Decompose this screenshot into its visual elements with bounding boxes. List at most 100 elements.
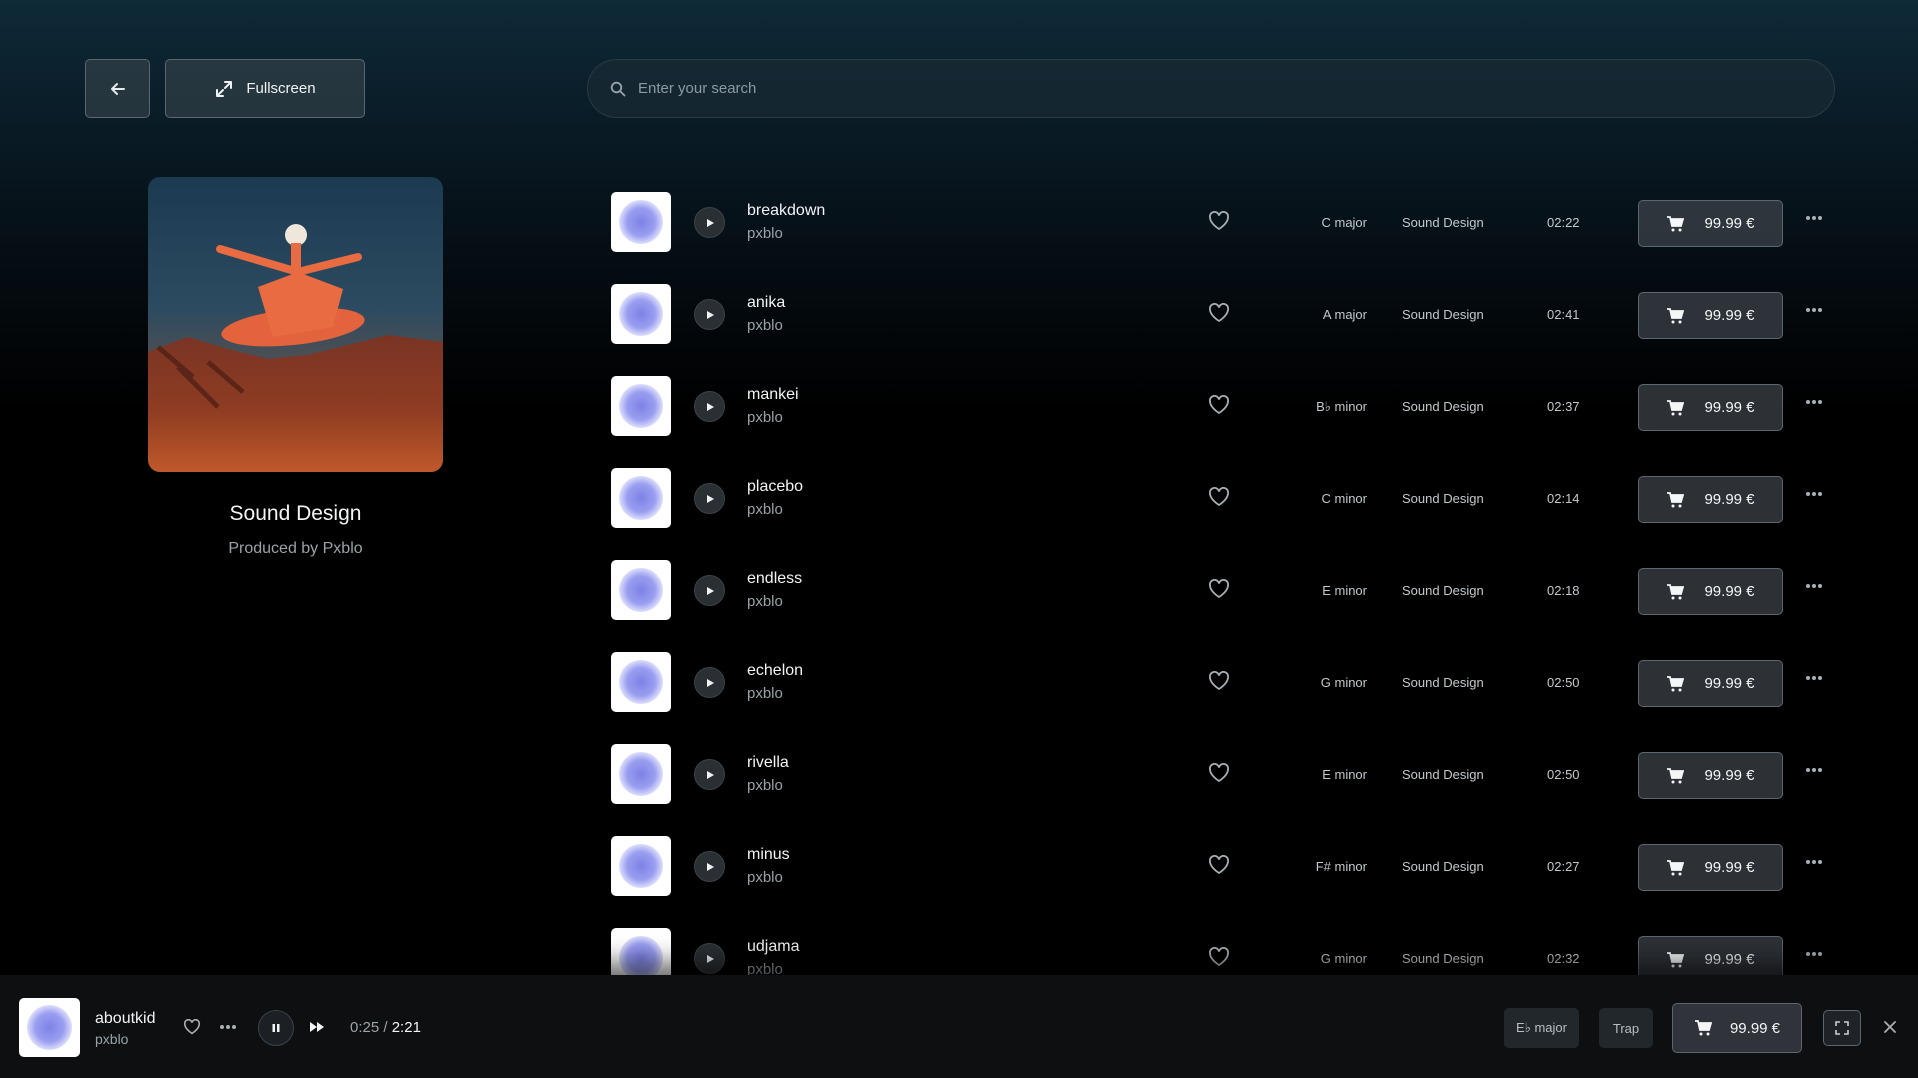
more-options-icon[interactable] [1805,767,1823,773]
heart-icon[interactable] [183,1019,201,1035]
fast-forward-icon[interactable] [309,1020,325,1034]
track-thumbnail [611,376,671,436]
now-playing-artist[interactable]: pxblo [95,1031,128,1047]
play-icon [706,586,714,595]
more-options-icon[interactable] [1805,215,1823,221]
buy-button[interactable]: 99.99 € [1638,200,1783,247]
pause-button[interactable] [258,1010,294,1046]
search-bar[interactable] [587,59,1835,118]
track-thumbnail [611,284,671,344]
track-artist[interactable]: pxblo [747,869,783,886]
track-row[interactable]: anika pxblo A major Sound Design 02:41 9… [587,269,1847,361]
track-key: B♭ minor [1316,399,1367,414]
heart-icon[interactable] [1208,487,1230,507]
cart-icon [1667,215,1685,231]
track-row[interactable]: breakdown pxblo C major Sound Design 02:… [587,177,1847,269]
play-icon [706,310,714,319]
track-thumbnail [611,836,671,896]
track-artist[interactable]: pxblo [747,225,783,242]
heart-icon[interactable] [1208,579,1230,599]
buy-button[interactable]: 99.99 € [1638,660,1783,707]
cart-icon [1667,675,1685,691]
track-artist[interactable]: pxblo [747,593,783,610]
heart-icon[interactable] [1208,947,1230,967]
play-button[interactable] [694,299,725,330]
play-button[interactable] [694,667,725,698]
more-options-icon[interactable] [1805,859,1823,865]
track-name[interactable]: echelon [747,662,803,680]
track-duration: 02:14 [1547,491,1580,506]
track-name[interactable]: anika [747,294,785,312]
buy-button[interactable]: 99.99 € [1638,568,1783,615]
track-name[interactable]: mankei [747,386,799,404]
track-row[interactable]: echelon pxblo G minor Sound Design 02:50… [587,637,1847,729]
buy-button[interactable]: 99.99 € [1638,752,1783,799]
expand-player-button[interactable] [1823,1010,1861,1046]
play-button[interactable] [694,207,725,238]
more-options-icon[interactable] [1805,399,1823,405]
play-button[interactable] [694,575,725,606]
heart-icon[interactable] [1208,303,1230,323]
more-options-icon[interactable] [219,1024,237,1030]
track-key: G minor [1320,675,1367,690]
play-button[interactable] [694,759,725,790]
player-buy-button[interactable]: 99.99 € [1672,1003,1802,1053]
track-artist[interactable]: pxblo [747,961,783,975]
heart-icon[interactable] [1208,855,1230,875]
back-button[interactable] [85,59,150,118]
track-artist[interactable]: pxblo [747,409,783,426]
track-name[interactable]: breakdown [747,202,825,220]
more-options-icon[interactable] [1805,951,1823,957]
cart-icon [1667,399,1685,415]
track-name[interactable]: udjama [747,938,799,956]
track-row[interactable]: placebo pxblo C minor Sound Design 02:14… [587,453,1847,545]
more-options-icon[interactable] [1805,307,1823,313]
track-key: C minor [1321,491,1367,506]
play-button[interactable] [694,943,725,974]
cart-icon [1667,491,1685,507]
more-options-icon[interactable] [1805,583,1823,589]
more-options-icon[interactable] [1805,675,1823,681]
track-row[interactable]: endless pxblo E minor Sound Design 02:18… [587,545,1847,637]
track-duration: 02:32 [1547,951,1580,966]
play-button[interactable] [694,851,725,882]
track-artist[interactable]: pxblo [747,317,783,334]
track-row[interactable]: minus pxblo F# minor Sound Design 02:27 … [587,821,1847,913]
play-button[interactable] [694,391,725,422]
price-label: 99.99 € [1704,951,1755,968]
track-row[interactable]: mankei pxblo B♭ minor Sound Design 02:37… [587,361,1847,453]
track-genre: Sound Design [1402,399,1484,414]
track-genre: Sound Design [1402,859,1484,874]
track-name[interactable]: rivella [747,754,789,772]
buy-button[interactable]: 99.99 € [1638,476,1783,523]
track-duration: 02:18 [1547,583,1580,598]
track-artist[interactable]: pxblo [747,685,783,702]
fullscreen-button[interactable]: Fullscreen [165,59,365,118]
price-label: 99.99 € [1704,767,1755,784]
track-name[interactable]: placebo [747,478,803,496]
heart-icon[interactable] [1208,395,1230,415]
track-row[interactable]: rivella pxblo E minor Sound Design 02:50… [587,729,1847,821]
search-input[interactable] [638,80,1738,97]
track-name[interactable]: endless [747,570,802,588]
heart-icon[interactable] [1208,211,1230,231]
now-playing-title[interactable]: aboutkid [95,1010,156,1028]
price-label: 99.99 € [1704,491,1755,508]
price-label: 99.99 € [1704,307,1755,324]
track-name[interactable]: minus [747,846,790,864]
more-options-icon[interactable] [1805,491,1823,497]
heart-icon[interactable] [1208,763,1230,783]
buy-button[interactable]: 99.99 € [1638,936,1783,975]
track-key: F# minor [1315,859,1367,874]
cart-icon [1667,583,1685,599]
track-row[interactable]: udjama pxblo G minor Sound Design 02:32 … [587,913,1847,975]
close-icon[interactable] [1883,1020,1897,1034]
track-artist[interactable]: pxblo [747,501,783,518]
track-artist[interactable]: pxblo [747,777,783,794]
play-button[interactable] [694,483,725,514]
buy-button[interactable]: 99.99 € [1638,292,1783,339]
buy-button[interactable]: 99.99 € [1638,844,1783,891]
buy-button[interactable]: 99.99 € [1638,384,1783,431]
playback-time: 0:25 / 2:21 [350,1019,421,1036]
heart-icon[interactable] [1208,671,1230,691]
